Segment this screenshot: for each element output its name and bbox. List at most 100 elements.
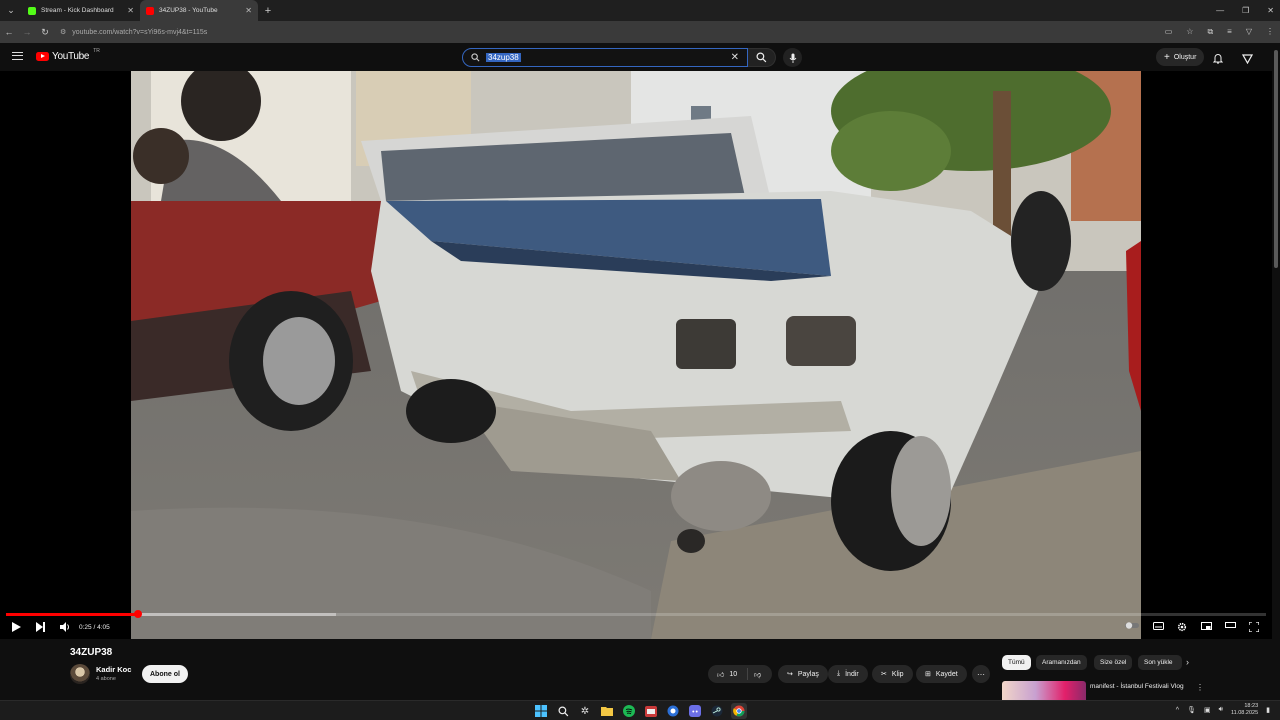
recommendation-title[interactable]: manifest - İstanbul Festivali Vlog [1090,682,1190,691]
clip-button[interactable]: ✂ Klip [872,665,913,683]
video-frame-image [131,71,1141,639]
restore-icon[interactable]: ❐ [1242,6,1249,15]
cast-icon[interactable]: ▭ [1165,27,1173,37]
menu-icon[interactable] [12,52,23,60]
kick-favicon-icon [28,6,36,15]
download-button[interactable]: ⤓ İndir [828,665,868,683]
save-label: Kaydet [935,670,958,678]
fullscreen-icon [1249,622,1259,632]
chip-from-search[interactable]: Aramanızdan [1036,655,1087,670]
subscriber-count: 4 abone [96,676,116,682]
scissors-icon: ✂ [881,671,887,678]
page-scrollbar-thumb[interactable] [1274,50,1278,268]
spotify-icon[interactable] [621,703,637,719]
video-player[interactable] [0,71,1280,639]
network-icon[interactable]: ▣ [1204,706,1211,714]
time-display: 0:25 / 4:05 [79,624,110,631]
recommendation-menu-icon[interactable]: ⋮ [1196,683,1204,692]
dislike-button[interactable]: 👎︎ [748,670,761,679]
youtube-logo[interactable]: YouTube TR [36,48,100,62]
subtitles-button[interactable] [1153,622,1164,630]
save-button[interactable]: ⊞ Kaydet [916,665,967,683]
channel-name[interactable]: Kadir Koc [96,665,131,674]
chip-all[interactable]: Tümü [1002,655,1031,670]
clock[interactable]: 18:23 11.08.2025 [1231,703,1258,717]
media-app-icon[interactable] [643,703,659,719]
theater-icon [1225,622,1236,628]
miniplayer-icon [1201,622,1212,630]
microphone-tray-icon[interactable]: 🎙︎ [1187,706,1196,714]
taskbar-search-icon[interactable] [555,703,571,719]
thumbs-down-icon: 👎︎ [754,671,762,679]
account-button[interactable] [1241,51,1254,69]
plus-icon: + [1164,51,1170,63]
recommendation-thumbnail[interactable] [1002,681,1086,700]
clock-date: 11.08.2025 [1231,710,1259,716]
search-query-text: 34zup38 [486,53,521,62]
channel-avatar[interactable] [70,664,90,684]
clock-time: 18:23 [1244,703,1259,709]
save-playlist-icon: ⊞ [925,671,931,678]
video-frame[interactable] [131,71,1141,639]
taskbar: ✲ ^ 🎙︎ ▣ 🔊︎ 18:23 11.08.2025 ▮ [0,700,1280,720]
create-button[interactable]: + Oluştur [1156,48,1205,66]
account-avatar-icon [1241,54,1254,65]
chip-for-you[interactable]: Size özel [1094,655,1133,670]
tab-search-icon[interactable]: ⌄ [0,0,22,21]
miniplayer-button[interactable] [1201,622,1212,630]
file-explorer-icon[interactable] [599,703,615,719]
voice-search-button[interactable] [783,48,802,67]
subtitles-icon [1153,622,1164,630]
video-details: 34ZUP38 Kadir Koc 4 abone Abone ol 👍︎ 10… [0,639,1280,700]
widgets-icon[interactable]: ✲ [577,703,593,719]
close-window-icon[interactable]: ✕ [1267,6,1274,15]
browser-tab-bar: ⌄ Stream - Kick Dashboard ✕ 34ZUP38 - Yo… [0,0,1280,21]
profile-icon[interactable]: ▽ [1246,27,1252,37]
close-tab-icon[interactable]: ✕ [127,6,134,15]
close-tab-icon[interactable]: ✕ [245,6,252,15]
tab-kick-dashboard[interactable]: Stream - Kick Dashboard ✕ [22,0,140,21]
bookmark-star-icon[interactable]: ☆ [1186,27,1193,37]
windows-start-icon[interactable] [533,703,549,719]
like-button[interactable]: 👍︎ 10 [708,668,748,680]
browser-menu-icon[interactable]: ⋮ [1266,27,1274,37]
share-button[interactable]: ↪ Paylaş [778,665,828,683]
notifications-button[interactable] [1212,51,1224,69]
forward-icon[interactable]: → [18,27,36,37]
chevron-right-icon[interactable]: › [1186,657,1189,667]
more-actions-button[interactable]: ⋯ [972,665,990,683]
fullscreen-button[interactable] [1249,622,1259,632]
search-input[interactable]: 34zup38 ✕ [462,48,748,67]
volume-tray-icon[interactable]: 🔊︎ [1219,706,1223,714]
back-icon[interactable]: ← [0,27,18,37]
reload-icon[interactable]: ↻ [36,27,54,38]
minimize-icon[interactable]: — [1216,6,1224,15]
search-button[interactable] [748,48,776,67]
theater-mode-button[interactable] [1225,622,1236,628]
share-icon: ↪ [787,671,793,678]
youtube-favicon-icon [146,6,154,15]
notification-icon[interactable]: ▮ [1266,706,1270,714]
tray-overflow-icon[interactable]: ^ [1176,707,1179,714]
browser-toolbar-icons: ▭ ☆ ⧉ ≡ ▽ ⋮ [1165,27,1274,37]
tab-title: Stream - Kick Dashboard [41,7,114,14]
share-label: Paylaş [797,670,819,678]
discord-icon[interactable] [687,703,703,719]
url-field[interactable]: ⚙ youtube.com/watch?v=sYi96s-mvj4&t=115s [60,28,207,37]
clear-search-icon[interactable]: ✕ [731,52,739,63]
steam-icon[interactable] [709,703,725,719]
tab-youtube[interactable]: 34ZUP38 - YouTube ✕ [140,0,258,21]
media-icon[interactable]: ≡ [1227,27,1232,37]
settings-button[interactable] [1177,622,1187,632]
logo-text: YouTube [52,51,90,62]
taskbar-apps: ✲ [533,703,747,719]
chrome-icon[interactable] [731,703,747,719]
game-app-icon[interactable] [665,703,681,719]
site-info-icon[interactable]: ⚙ [60,28,66,36]
progress-played [6,613,139,616]
chip-recently-uploaded[interactable]: Son yükle [1138,655,1182,670]
autoplay-toggle[interactable] [1125,622,1139,629]
subscribe-button[interactable]: Abone ol [142,665,188,683]
extensions-icon[interactable]: ⧉ [1207,27,1213,37]
new-tab-button[interactable]: + [258,5,278,17]
